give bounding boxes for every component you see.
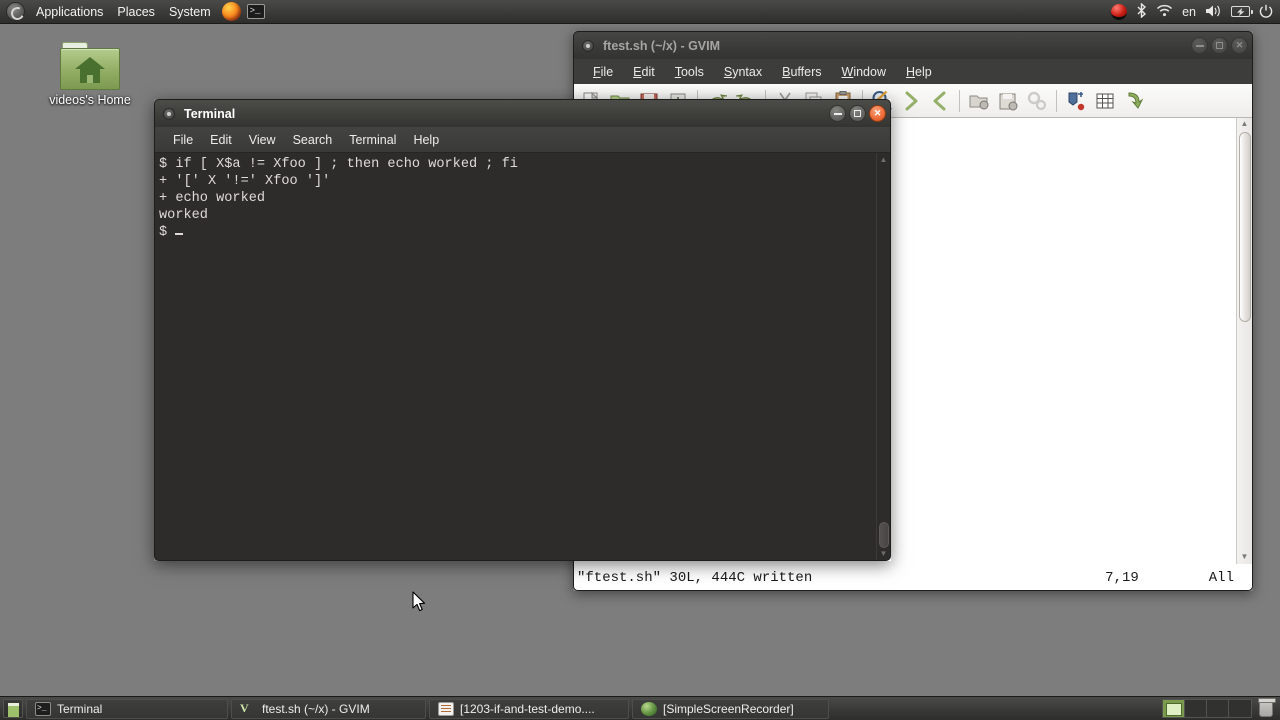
vim-icon: V xyxy=(240,700,249,715)
record-indicator-icon[interactable] xyxy=(1111,3,1128,20)
gvim-menu-syntax[interactable]: Syntax xyxy=(715,63,771,81)
terminal-scrollbar-thumb[interactable] xyxy=(879,522,889,548)
workspace-1[interactable] xyxy=(1163,700,1185,717)
terminal-cursor xyxy=(175,233,184,235)
workspace-switcher[interactable] xyxy=(1162,699,1252,718)
taskbar-label: [SimpleScreenRecorder] xyxy=(663,701,794,716)
scroll-up-arrow-icon[interactable]: ▲ xyxy=(1241,118,1249,130)
run-script-gears-button[interactable] xyxy=(1023,87,1051,115)
terminal-window[interactable]: Terminal ✕ File Edit View Search Termina… xyxy=(154,99,891,561)
terminal-maximize-button[interactable] xyxy=(849,105,866,122)
terminal-prompt: $ xyxy=(159,225,176,240)
taskbar-label: Terminal xyxy=(57,701,103,716)
gvim-titlebar[interactable]: ftest.sh (~/x) - GVIM ✕ xyxy=(573,31,1253,59)
gvim-menu-buffers[interactable]: Buffers xyxy=(773,63,830,81)
terminal-output[interactable]: $ if [ X$a != Xfoo ] ; then echo worked … xyxy=(155,153,876,560)
workspace-3[interactable] xyxy=(1207,700,1229,717)
workspace-4[interactable] xyxy=(1229,700,1251,717)
show-desktop-button[interactable] xyxy=(3,699,23,718)
gvim-menu-file[interactable]: File xyxy=(584,63,622,81)
desktop-icon-home[interactable]: videos's Home xyxy=(44,42,136,107)
terminal-minimize-button[interactable] xyxy=(829,105,846,122)
gvim-ruler-position: 7,19 xyxy=(1105,569,1139,586)
gvim-scrollbar[interactable]: ▲ ▼ xyxy=(1236,118,1252,564)
build-tags-table-button[interactable] xyxy=(1091,87,1119,115)
terminal-line: worked xyxy=(159,208,208,223)
volume-icon[interactable] xyxy=(1205,4,1222,20)
gvim-maximize-button[interactable] xyxy=(1211,37,1228,54)
terminal-scrollbar[interactable]: ▲ ▼ xyxy=(876,153,890,560)
gvim-menu-help[interactable]: Help xyxy=(897,63,941,81)
gvim-status-message: "ftest.sh" 30L, 444C written xyxy=(577,569,813,586)
gvim-menubar: File Edit Tools Syntax Buffers Window He… xyxy=(574,59,1252,84)
gvim-scrollbar-thumb[interactable] xyxy=(1239,132,1251,322)
find-next-chevron-right-icon[interactable] xyxy=(897,87,925,115)
gvim-menu-tools[interactable]: Tools xyxy=(666,63,713,81)
terminal-icon[interactable]: >_ xyxy=(246,4,265,19)
terminal-menubar: File Edit View Search Terminal Help xyxy=(155,127,890,153)
battery-icon[interactable] xyxy=(1231,6,1253,17)
desktop-icon-label: videos's Home xyxy=(49,93,131,107)
terminal-line: + echo worked xyxy=(159,191,266,206)
terminal-menu-terminal[interactable]: Terminal xyxy=(341,131,404,149)
scroll-down-arrow-icon[interactable]: ▼ xyxy=(1241,551,1249,563)
find-previous-chevron-left-icon[interactable] xyxy=(926,87,954,115)
terminal-menu-search[interactable]: Search xyxy=(285,131,341,149)
home-folder-icon xyxy=(60,42,120,90)
menu-system[interactable]: System xyxy=(162,2,218,22)
save-session-button[interactable] xyxy=(994,87,1022,115)
scroll-down-arrow-icon[interactable]: ▼ xyxy=(880,549,888,558)
gvim-menu-window[interactable]: Window xyxy=(833,63,895,81)
taskbar-item-gvim[interactable]: V ftest.sh (~/x) - GVIM xyxy=(231,698,426,719)
terminal-line: $ if [ X$a != Xfoo ] ; then echo worked … xyxy=(159,157,518,172)
menu-applications[interactable]: Applications xyxy=(29,2,110,22)
terminal-menu-help[interactable]: Help xyxy=(405,131,447,149)
window-menu-icon[interactable] xyxy=(163,107,175,120)
gvim-close-button[interactable]: ✕ xyxy=(1231,37,1248,54)
bottom-panel: >_ Terminal V ftest.sh (~/x) - GVIM [120… xyxy=(0,696,1280,720)
scroll-up-arrow-icon[interactable]: ▲ xyxy=(880,155,888,164)
terminal-icon: >_ xyxy=(35,701,51,716)
ubuntu-logo-icon[interactable] xyxy=(6,2,25,21)
window-menu-icon[interactable] xyxy=(582,39,594,52)
taskbar-item-terminal[interactable]: >_ Terminal xyxy=(26,698,228,719)
terminal-window-title: Terminal xyxy=(184,106,236,121)
run-with-args-button[interactable] xyxy=(1120,87,1148,115)
gvim-scroll-percent: All xyxy=(1208,569,1234,586)
trash-icon[interactable] xyxy=(1258,698,1276,717)
document-icon xyxy=(438,701,454,716)
taskbar-item-recorder[interactable]: [SimpleScreenRecorder] xyxy=(632,698,829,719)
terminal-menu-view[interactable]: View xyxy=(241,131,284,149)
gvim-status-line: "ftest.sh" 30L, 444C written 7,19 All xyxy=(574,564,1252,590)
top-panel: Applications Places System >_ en xyxy=(0,0,1280,24)
firefox-icon[interactable] xyxy=(221,2,241,21)
taskbar-label: [1203-if-and-test-demo.... xyxy=(460,701,595,716)
workspace-2[interactable] xyxy=(1185,700,1207,717)
gvim-window-title: ftest.sh (~/x) - GVIM xyxy=(603,38,721,53)
keyboard-layout-indicator[interactable]: en xyxy=(1182,5,1196,19)
gvim-minimize-button[interactable] xyxy=(1191,37,1208,54)
toolbar-separator xyxy=(959,89,960,112)
toolbar-separator xyxy=(1056,89,1057,112)
terminal-menu-file[interactable]: File xyxy=(165,131,201,149)
make-button[interactable] xyxy=(1062,87,1090,115)
wifi-icon[interactable] xyxy=(1156,4,1173,19)
taskbar-item-document[interactable]: [1203-if-and-test-demo.... xyxy=(429,698,629,719)
terminal-menu-edit[interactable]: Edit xyxy=(202,131,240,149)
terminal-close-button[interactable]: ✕ xyxy=(869,105,886,122)
gvim-menu-edit[interactable]: Edit xyxy=(624,63,664,81)
taskbar-label: ftest.sh (~/x) - GVIM xyxy=(262,701,370,716)
menu-places[interactable]: Places xyxy=(110,2,162,22)
bluetooth-icon[interactable] xyxy=(1136,2,1147,20)
power-icon[interactable] xyxy=(1259,4,1273,20)
recorder-icon xyxy=(641,701,657,716)
terminal-line: + '[' X '!=' Xfoo ']' xyxy=(159,174,331,189)
terminal-titlebar[interactable]: Terminal ✕ xyxy=(154,99,891,127)
load-session-button[interactable] xyxy=(965,87,993,115)
